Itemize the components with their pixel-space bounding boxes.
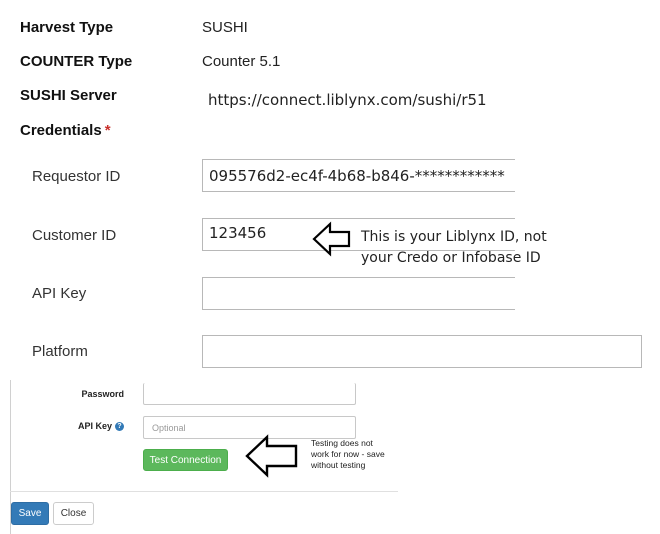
sushi-server-url: https://connect.liblynx.com/sushi/r51 bbox=[208, 91, 487, 109]
credentials-label: Credentials * bbox=[20, 122, 111, 139]
question-circle-icon[interactable]: ? bbox=[115, 422, 124, 431]
save-button[interactable]: Save bbox=[11, 502, 49, 525]
api-key-small-label-text: API Key bbox=[77, 421, 112, 431]
password-label: Password bbox=[81, 389, 124, 399]
test-annotation-line3: without testing bbox=[311, 460, 366, 470]
api-key-input[interactable] bbox=[202, 277, 515, 310]
test-annotation-line2: work for now - save bbox=[311, 449, 385, 459]
api-key-small-label: API Key? bbox=[50, 421, 124, 431]
counter-type-value: Counter 5.1 bbox=[202, 53, 281, 70]
credentials-label-text: Credentials bbox=[20, 122, 102, 139]
test-connection-button[interactable]: Test Connection bbox=[143, 449, 228, 471]
password-input[interactable] bbox=[143, 383, 356, 405]
footer-divider bbox=[10, 491, 398, 492]
customer-id-label: Customer ID bbox=[32, 227, 117, 244]
counter-type-label: COUNTER Type bbox=[20, 53, 133, 70]
requestor-id-label: Requestor ID bbox=[32, 168, 121, 185]
required-asterisk: * bbox=[104, 122, 111, 139]
close-button[interactable]: Close bbox=[53, 502, 94, 525]
customer-id-annotation-line2: your Credo or Infobase ID bbox=[361, 250, 541, 266]
api-key-label: API Key bbox=[32, 285, 87, 302]
customer-id-annotation-line1: This is your Liblynx ID, not bbox=[361, 229, 547, 245]
platform-input[interactable] bbox=[202, 335, 642, 368]
left-arrow-icon bbox=[312, 221, 351, 257]
platform-label: Platform bbox=[32, 343, 88, 360]
requestor-id-input[interactable]: 095576d2-ec4f-4b68-b846-************ bbox=[202, 159, 515, 192]
harvest-type-label: Harvest Type bbox=[20, 19, 114, 36]
left-arrow-icon bbox=[245, 434, 298, 478]
sushi-server-label: SUSHI Server bbox=[20, 87, 117, 104]
harvest-type-value: SUSHI bbox=[202, 19, 248, 36]
test-annotation-line1: Testing does not bbox=[311, 438, 373, 448]
